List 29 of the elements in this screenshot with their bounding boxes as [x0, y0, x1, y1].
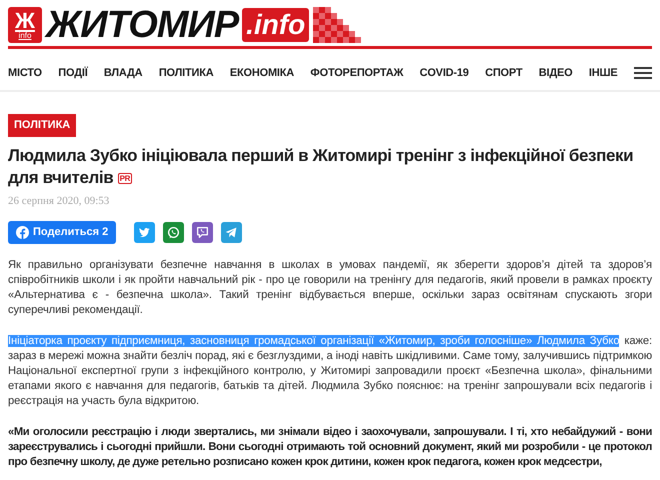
site-suffix: .info [242, 8, 310, 42]
phone-bubble-icon [195, 225, 210, 240]
article-paragraph: Як правильно організувати безпечне навчання в школах в умовах пандемії, як зберегти здоров’я дітей та здоров’я співробітників школи і як пройти навчальний рік - про це говорили на тренінгу для педагогів, який провели в рамках проєкту «Альтернатива є - безпечна школа». Такий тренінг відбувається вперше, оскільки зараз освітянам спускають згори суперечливі рекомендації. [8, 258, 652, 318]
logo-mark[interactable]: Ж info [8, 7, 42, 43]
nav-link[interactable]: ВЛАДА [104, 65, 142, 82]
nav-link[interactable]: ПОДІЇ [58, 65, 88, 82]
nav-link[interactable]: СПОРТ [485, 65, 522, 82]
article-title: Людмила Зубко ініціювала перший в Житомирі тренінг з інфекційної безпеки для вчителів PR [8, 144, 634, 189]
facebook-icon [16, 226, 29, 240]
pr-badge: PR [118, 172, 132, 184]
share-twitter-button[interactable] [134, 222, 156, 244]
article-date: 26 серпня 2020, 09:53 [8, 194, 110, 209]
nav-link[interactable]: ПОЛІТИКА [158, 65, 214, 82]
share-telegram-button[interactable] [221, 222, 242, 244]
phone-bubble-icon [166, 225, 182, 240]
nav-link[interactable]: ФОТОРЕПОРТАЖ [310, 65, 404, 82]
nav-link[interactable]: ВІДЕО [538, 65, 573, 82]
nav-link[interactable]: МІСТО [8, 65, 42, 82]
site-name: ЖИТОМИР [46, 6, 238, 44]
nav-link[interactable]: ІНШЕ [588, 65, 618, 82]
article-paragraph: Ініціаторка проєкту підприємниця, засновниця громадської організації «Житомир, зроби голосніше» Людмила Зубко каже: зараз в мережі можна знайти безліч порад, які є безглуздими, а іноді навіть шкідливими. Саме тому, залучившись підтримкою Національної експертної групи з інфекційного контролю, у Житомирі запровадили проєкт «Безпечна школа», фінальними етапами якого є навчання для педагогів, батьків та дітей. Людмила Зубко пояснює: на тренінг запрошували всіх педагогів і реєстрація на участь була відкритою. [8, 334, 652, 409]
share-button[interactable]: Поделиться 2 [8, 221, 116, 244]
article-paragraph: «Ми оголосили реєстрацію і люди звертались, ми знімали відео і заохочували, запрошували. І ті, хто небайдужий - вони зареєструвались і сьогодні прийшли. Вони сьогодні отримають той основний документ, який ми розробили - це протокол про безпечну школу, де дуже ретельно розписано кожен крок дитини, кожен крок педагога, кожен крок медсестри, [8, 424, 652, 470]
share-whatsapp-button[interactable] [163, 222, 184, 244]
share-viber-button[interactable] [192, 222, 214, 244]
nav-link[interactable]: COVID-19 [420, 65, 469, 82]
nav-link[interactable]: ЕКОНОМІКА [230, 65, 294, 82]
category-tag[interactable]: ПОЛІТИКА [8, 114, 76, 137]
menu-icon[interactable] [634, 67, 652, 80]
